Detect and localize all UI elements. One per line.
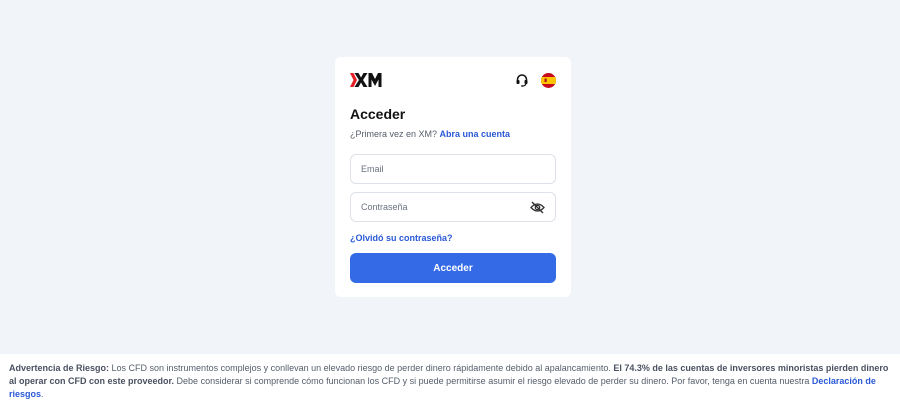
risk-warning-text-2: Debe considerar si comprende cómo funcio… — [174, 376, 812, 386]
headset-icon[interactable] — [515, 73, 529, 87]
signup-link[interactable]: Abra una cuenta — [440, 129, 511, 139]
risk-warning-text-1: Los CFD son instrumentos complejos y con… — [109, 363, 614, 373]
email-field-container[interactable] — [350, 154, 556, 184]
card-header — [350, 71, 556, 89]
xm-logo[interactable] — [350, 72, 382, 88]
signup-prompt: ¿Primera vez en XM? Abra una cuenta — [350, 128, 556, 140]
risk-warning-label: Advertencia de Riesgo: — [9, 363, 110, 373]
risk-warning-end: . — [41, 389, 44, 399]
eye-off-icon[interactable] — [530, 201, 545, 214]
login-card: Acceder ¿Primera vez en XM? Abra una cue… — [335, 57, 571, 297]
login-page: Acceder ¿Primera vez en XM? Abra una cue… — [0, 0, 900, 404]
password-field-container[interactable] — [350, 192, 556, 222]
email-input[interactable] — [361, 164, 545, 174]
first-time-text: ¿Primera vez en XM? — [350, 129, 438, 139]
forgot-password-link[interactable]: ¿Olvidó su contraseña? — [350, 232, 556, 244]
spain-flag-icon[interactable] — [541, 72, 556, 88]
xm-logo-icon — [350, 73, 382, 87]
header-icons — [515, 72, 556, 88]
risk-warning-footer: Advertencia de Riesgo: Los CFD son instr… — [0, 354, 900, 404]
login-button[interactable]: Acceder — [350, 253, 556, 283]
page-title: Acceder — [350, 106, 406, 122]
password-input[interactable] — [361, 202, 530, 212]
